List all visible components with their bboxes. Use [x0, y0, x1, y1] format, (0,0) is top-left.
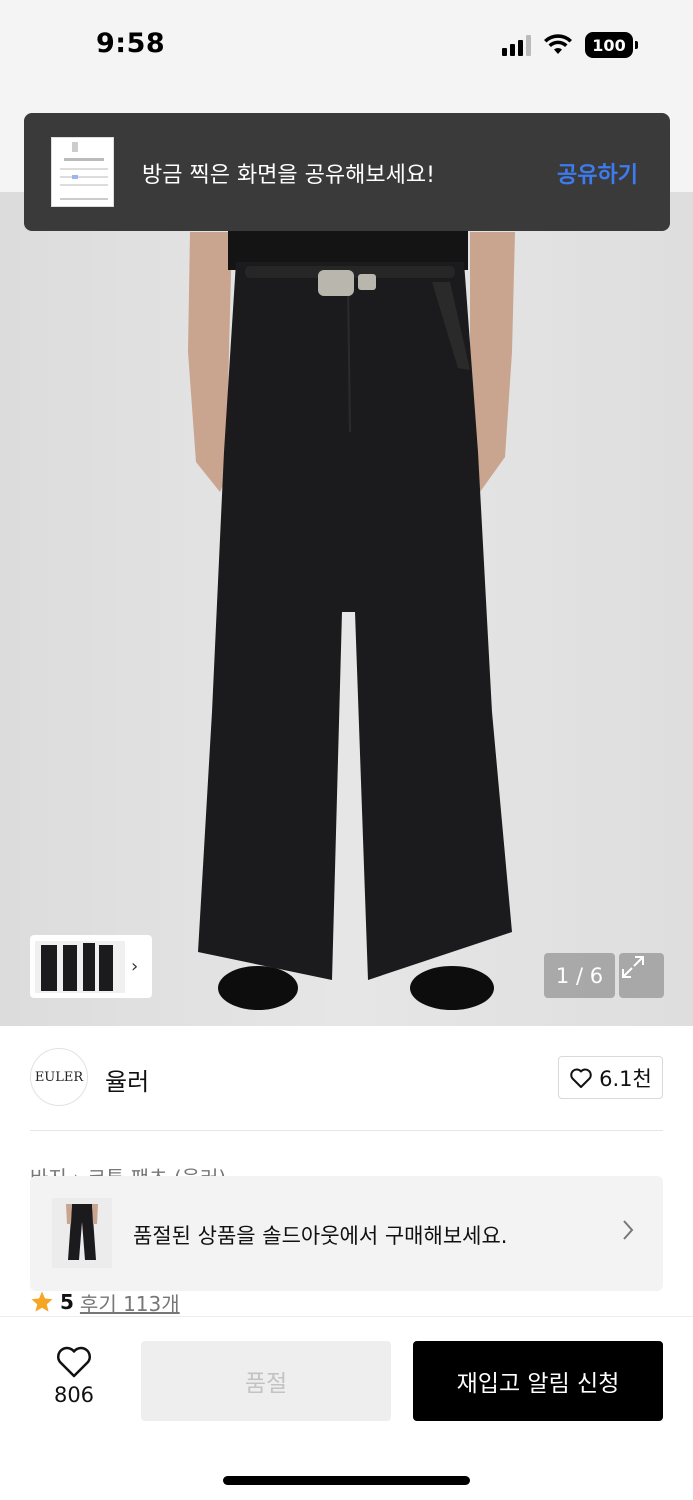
brand-like-count: 6.1천	[599, 1066, 652, 1091]
chevron-right-icon: ›	[131, 956, 139, 977]
review-score: 5	[60, 1290, 74, 1314]
cellular-signal-icon	[502, 34, 531, 56]
product-image[interactable]: › 1 / 6	[0, 192, 693, 1026]
toast-message: 방금 찍은 화면을 공유해보세요!	[142, 163, 435, 188]
status-icons: 100	[502, 32, 638, 58]
thumbnail-strip[interactable]: ›	[30, 935, 152, 998]
expand-icon	[622, 956, 644, 978]
soldout-banner[interactable]: 품절된 상품을 솔드아웃에서 구매해보세요.	[30, 1176, 663, 1291]
product-photo	[188, 230, 515, 1010]
restock-alert-button[interactable]: 재입고 알림 신청	[413, 1341, 663, 1421]
review-count-link[interactable]: 후기 113개	[80, 1288, 180, 1317]
soldout-banner-text: 품절된 상품을 솔드아웃에서 구매해보세요.	[133, 1224, 508, 1248]
heart-icon	[57, 1346, 91, 1378]
brand-row: EULER 율러 6.1천	[30, 1048, 663, 1108]
heart-icon	[570, 1068, 592, 1088]
status-bar: 9:58 100	[0, 0, 693, 95]
soldout-product-thumbnail	[52, 1198, 112, 1268]
bottom-action-bar: 806 품절 재입고 알림 신청	[0, 1316, 693, 1500]
expand-button[interactable]	[619, 953, 664, 998]
thumbnail-image[interactable]	[35, 940, 125, 993]
status-time: 9:58	[96, 28, 166, 59]
divider	[30, 1130, 663, 1131]
screenshot-share-toast: 방금 찍은 화면을 공유해보세요! 공유하기	[24, 113, 670, 231]
wishlist-count: 806	[53, 1383, 95, 1407]
battery-icon: 100	[585, 32, 638, 58]
chevron-right-icon	[623, 1220, 634, 1240]
share-button[interactable]: 공유하기	[557, 157, 638, 189]
brand-logo[interactable]: EULER	[30, 1048, 88, 1106]
brand-like-button[interactable]: 6.1천	[558, 1056, 663, 1099]
image-counter: 1 / 6	[544, 953, 615, 998]
soldout-button[interactable]: 품절	[141, 1341, 391, 1421]
review-row: 5 후기 113개	[30, 1288, 180, 1316]
wishlist-button[interactable]: 806	[40, 1345, 108, 1407]
brand-name[interactable]: 율러	[105, 1062, 149, 1097]
screenshot-thumbnail[interactable]	[51, 137, 114, 207]
wifi-icon	[544, 34, 572, 54]
home-indicator	[223, 1476, 470, 1485]
star-icon	[31, 1291, 53, 1312]
